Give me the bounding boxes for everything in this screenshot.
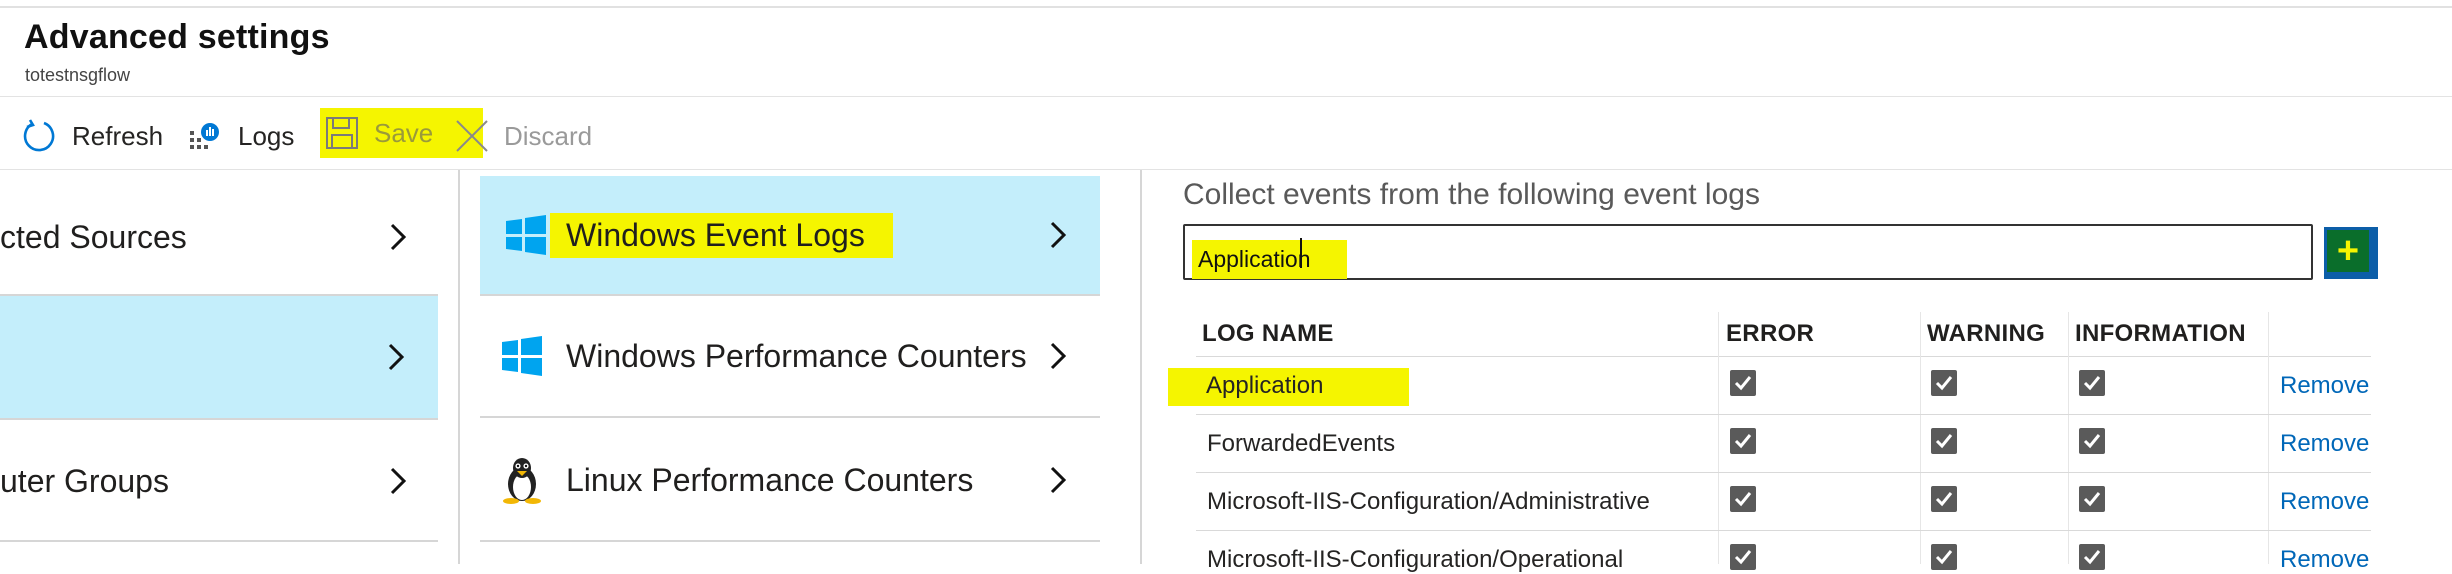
log-name-cell: Microsoft-IIS-Configuration/Operational [1207, 546, 1624, 573]
column-header-log-name: LOG NAME [1202, 320, 1334, 347]
chevron-right-icon [1050, 221, 1067, 249]
pane-divider-right [1140, 170, 1142, 564]
row-divider [1196, 530, 2371, 531]
information-checkbox[interactable] [2079, 428, 2105, 454]
column-separator [1718, 312, 1719, 564]
logs-label: Logs [238, 120, 295, 151]
remove-link[interactable]: Remove [2280, 546, 2369, 574]
column-separator [2268, 312, 2269, 564]
plus-icon: + [2336, 230, 2360, 272]
windows-icon [506, 215, 546, 255]
warning-checkbox[interactable] [1931, 370, 1957, 396]
warning-checkbox[interactable] [1931, 486, 1957, 512]
middle-nav-item-label: Linux Performance Counters [566, 461, 974, 498]
middle-nav-item-windows-performance-counters[interactable]: Windows Performance Counters [480, 296, 1100, 416]
information-checkbox[interactable] [2079, 370, 2105, 396]
error-checkbox[interactable] [1730, 486, 1756, 512]
remove-link[interactable]: Remove [2280, 430, 2369, 458]
event-log-input-value: Application [1192, 240, 1347, 279]
middle-nav-item-label: Windows Event Logs [550, 212, 893, 258]
middle-nav-item-linux-performance-counters[interactable]: Linux Performance Counters [480, 418, 1100, 542]
left-nav-item-computer-groups[interactable]: uter Groups [0, 420, 440, 542]
page-subtitle: totestnsgflow [25, 65, 131, 85]
chevron-right-icon [390, 223, 407, 251]
column-header-warning: WARNING [1927, 320, 2046, 347]
add-button-face: + [2327, 230, 2369, 272]
warning-checkbox[interactable] [1931, 544, 1957, 570]
add-event-log-button[interactable]: + [2324, 227, 2378, 279]
linux-penguin-icon [503, 458, 541, 504]
logs-button[interactable]: Logs [188, 116, 294, 156]
row-divider [1196, 472, 2371, 473]
refresh-icon [22, 118, 58, 154]
error-checkbox[interactable] [1730, 544, 1756, 570]
left-nav-item-label: uter Groups [0, 462, 169, 499]
error-checkbox[interactable] [1730, 428, 1756, 454]
log-name-cell: Microsoft-IIS-Configuration/Administrati… [1207, 488, 1650, 515]
discard-button[interactable]: Discard [454, 116, 592, 156]
middle-nav-item-label: Windows Performance Counters [566, 337, 1027, 374]
log-name-cell: ForwardedEvents [1207, 430, 1396, 457]
refresh-button[interactable]: Refresh [22, 116, 163, 156]
chevron-right-icon [1050, 342, 1067, 370]
event-log-input[interactable] [1183, 224, 2313, 280]
save-icon [324, 115, 360, 151]
column-header-error: ERROR [1726, 320, 1815, 347]
top-border [0, 6, 2452, 8]
save-label: Save [374, 117, 434, 148]
text-caret [1300, 238, 1302, 268]
close-icon [454, 118, 490, 154]
chevron-right-icon [1050, 466, 1067, 494]
refresh-label: Refresh [72, 120, 164, 151]
remove-link[interactable]: Remove [2280, 488, 2369, 516]
left-nav-item-selected[interactable] [0, 296, 438, 418]
page-title: Advanced settings [24, 18, 330, 56]
discard-label: Discard [504, 120, 593, 151]
row-divider [480, 540, 1100, 542]
table-header-divider [1196, 356, 2371, 357]
error-checkbox[interactable] [1730, 370, 1756, 396]
row-divider [0, 540, 438, 542]
column-separator [1920, 312, 1921, 564]
pane-divider-left [458, 170, 460, 564]
remove-link[interactable]: Remove [2280, 372, 2369, 400]
information-checkbox[interactable] [2079, 544, 2105, 570]
logs-icon [188, 118, 224, 154]
left-nav-item-connected-sources[interactable]: cted Sources [0, 176, 440, 298]
log-name-cell: Application [1168, 368, 1410, 406]
chevron-right-icon [390, 467, 407, 495]
collect-events-label: Collect events from the following event … [1183, 178, 1760, 211]
warning-checkbox[interactable] [1931, 428, 1957, 454]
toolbar-divider-top [0, 96, 2452, 97]
column-separator [2068, 312, 2069, 564]
column-header-information: INFORMATION [2075, 320, 2246, 347]
windows-icon [502, 336, 542, 376]
chevron-right-icon [388, 343, 405, 371]
row-divider [1196, 414, 2371, 415]
information-checkbox[interactable] [2079, 486, 2105, 512]
toolbar-divider-bottom [0, 169, 2452, 170]
middle-nav-item-windows-event-logs[interactable]: Windows Event Logs [480, 176, 1100, 294]
left-nav-item-label: cted Sources [0, 218, 187, 255]
